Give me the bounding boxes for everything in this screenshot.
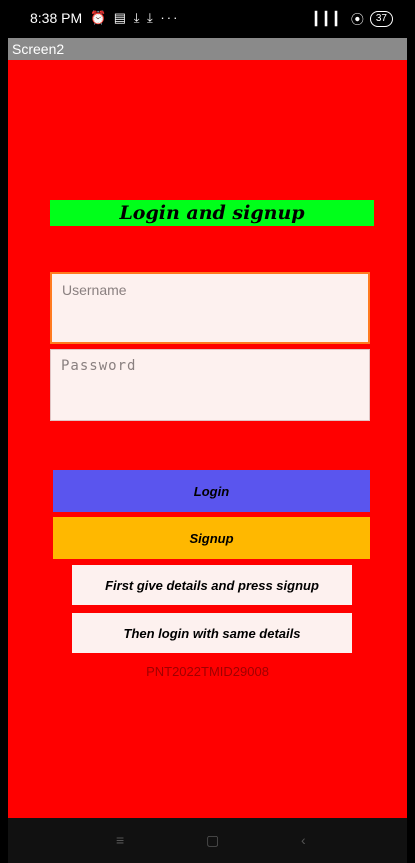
battery-icon: 37 xyxy=(369,10,393,27)
username-input[interactable]: Username xyxy=(50,272,370,344)
screen-title: Screen2 xyxy=(12,41,65,57)
signal-icon: ▎▎▎ xyxy=(314,10,345,26)
back-icon[interactable]: ‹ xyxy=(301,832,306,848)
status-time: 8:38 PM xyxy=(30,10,83,26)
app-title-bar: Screen2 xyxy=(8,38,407,60)
signup-button[interactable]: Signup xyxy=(53,517,370,559)
system-navigation-bar: ≡ ▢ ‹ xyxy=(8,818,407,863)
status-right-icons: ▎▎▎ ⦿ 37 xyxy=(315,9,393,28)
status-bar: 8:38 PM ⏰ ▤ ⤓ ⤓ ··· ▎▎▎ ⦿ 37 xyxy=(8,0,407,38)
username-placeholder: Username xyxy=(62,282,127,298)
notification-icons: ⏰ ▤ ⤓ ⤓ ··· xyxy=(90,10,180,25)
menu-icon[interactable]: ≡ xyxy=(116,832,124,848)
password-placeholder: Password xyxy=(61,358,137,374)
instruction-login: Then login with same details xyxy=(72,613,352,653)
home-icon[interactable]: ▢ xyxy=(206,832,219,849)
main-screen: Login and signup Username Password Login… xyxy=(8,60,407,818)
team-id-label: PNT2022TMID29008 xyxy=(146,664,269,679)
instruction-signup: First give details and press signup xyxy=(72,565,352,605)
wifi-icon: ⦿ xyxy=(350,12,364,27)
page-heading: Login and signup xyxy=(50,200,374,226)
login-button[interactable]: Login xyxy=(53,470,370,512)
password-input[interactable]: Password xyxy=(50,349,370,421)
